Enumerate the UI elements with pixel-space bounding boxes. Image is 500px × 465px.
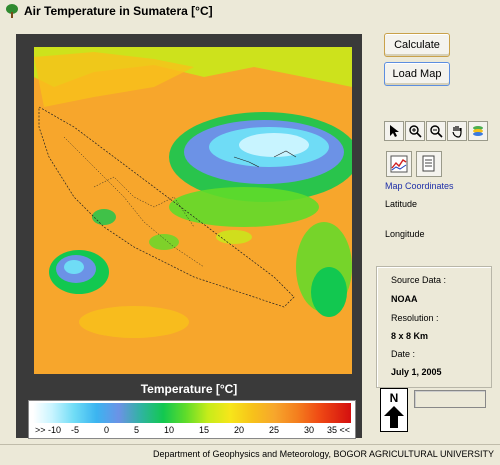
map-coordinates-label: Map Coordinates <box>385 181 454 191</box>
source-data-value: NOAA <box>391 294 418 304</box>
load-map-button[interactable]: Load Map <box>384 62 450 86</box>
resolution-label: Resolution : <box>391 313 439 323</box>
legend-title: Temperature [°C] <box>140 382 238 396</box>
client-area: Temperature [°C] >> -10 -5 0 5 10 15 20 … <box>4 24 494 442</box>
longitude-label: Longitude <box>385 229 425 239</box>
footer-credit: Department of Geophysics and Meteorology… <box>153 449 494 459</box>
legend-tick: 0 <box>104 425 110 435</box>
legend-tick: 20 <box>234 425 245 435</box>
legend-tick: 25 <box>269 425 280 435</box>
calculate-button[interactable]: Calculate <box>384 33 450 57</box>
layers-icon[interactable] <box>468 121 488 141</box>
legend-tick: 15 <box>199 425 210 435</box>
zoom-in-icon[interactable] <box>405 121 425 141</box>
date-value: July 1, 2005 <box>391 367 442 377</box>
legend-tick: >> -10 <box>35 425 62 435</box>
latitude-label: Latitude <box>385 199 418 209</box>
map-panel: Temperature [°C] >> -10 -5 0 5 10 15 20 … <box>16 34 362 439</box>
date-label: Date : <box>391 349 416 359</box>
app-window: Air Temperature in Sumatera [°C] Tempera… <box>0 0 500 465</box>
title-bar[interactable]: Air Temperature in Sumatera [°C] <box>0 0 500 22</box>
legend-tick: 10 <box>164 425 175 435</box>
legend-tick: 5 <box>134 425 140 435</box>
north-arrow: N <box>380 388 408 432</box>
status-field <box>414 390 486 408</box>
source-info-box: Source Data : NOAA Resolution : 8 x 8 Km… <box>376 266 492 388</box>
legend-tick: -5 <box>71 425 80 435</box>
chart-icon[interactable] <box>386 151 412 177</box>
pan-hand-icon[interactable] <box>447 121 467 141</box>
north-label: N <box>389 391 399 405</box>
resolution-value: 8 x 8 Km <box>391 331 429 341</box>
color-legend: >> -10 -5 0 5 10 15 20 25 30 35 << <box>28 400 356 439</box>
tree-app-icon <box>6 4 18 18</box>
window-title: Air Temperature in Sumatera [°C] <box>24 4 213 18</box>
temperature-map[interactable] <box>34 47 352 374</box>
source-data-label: Source Data : <box>391 275 447 285</box>
map-toolbar <box>384 121 488 141</box>
pointer-icon[interactable] <box>384 121 404 141</box>
legend-tick: 35 << <box>327 425 351 435</box>
legend-tick: 30 <box>304 425 315 435</box>
status-bar: Department of Geophysics and Meteorology… <box>0 444 500 465</box>
north-arrow-icon <box>384 406 404 428</box>
colorbar-gradient <box>33 403 351 423</box>
temperature-map-image <box>34 47 352 374</box>
zoom-out-icon[interactable] <box>426 121 446 141</box>
legend-ticks: >> -10 -5 0 5 10 15 20 25 30 35 << <box>33 425 351 437</box>
data-table-icon[interactable] <box>416 151 442 177</box>
